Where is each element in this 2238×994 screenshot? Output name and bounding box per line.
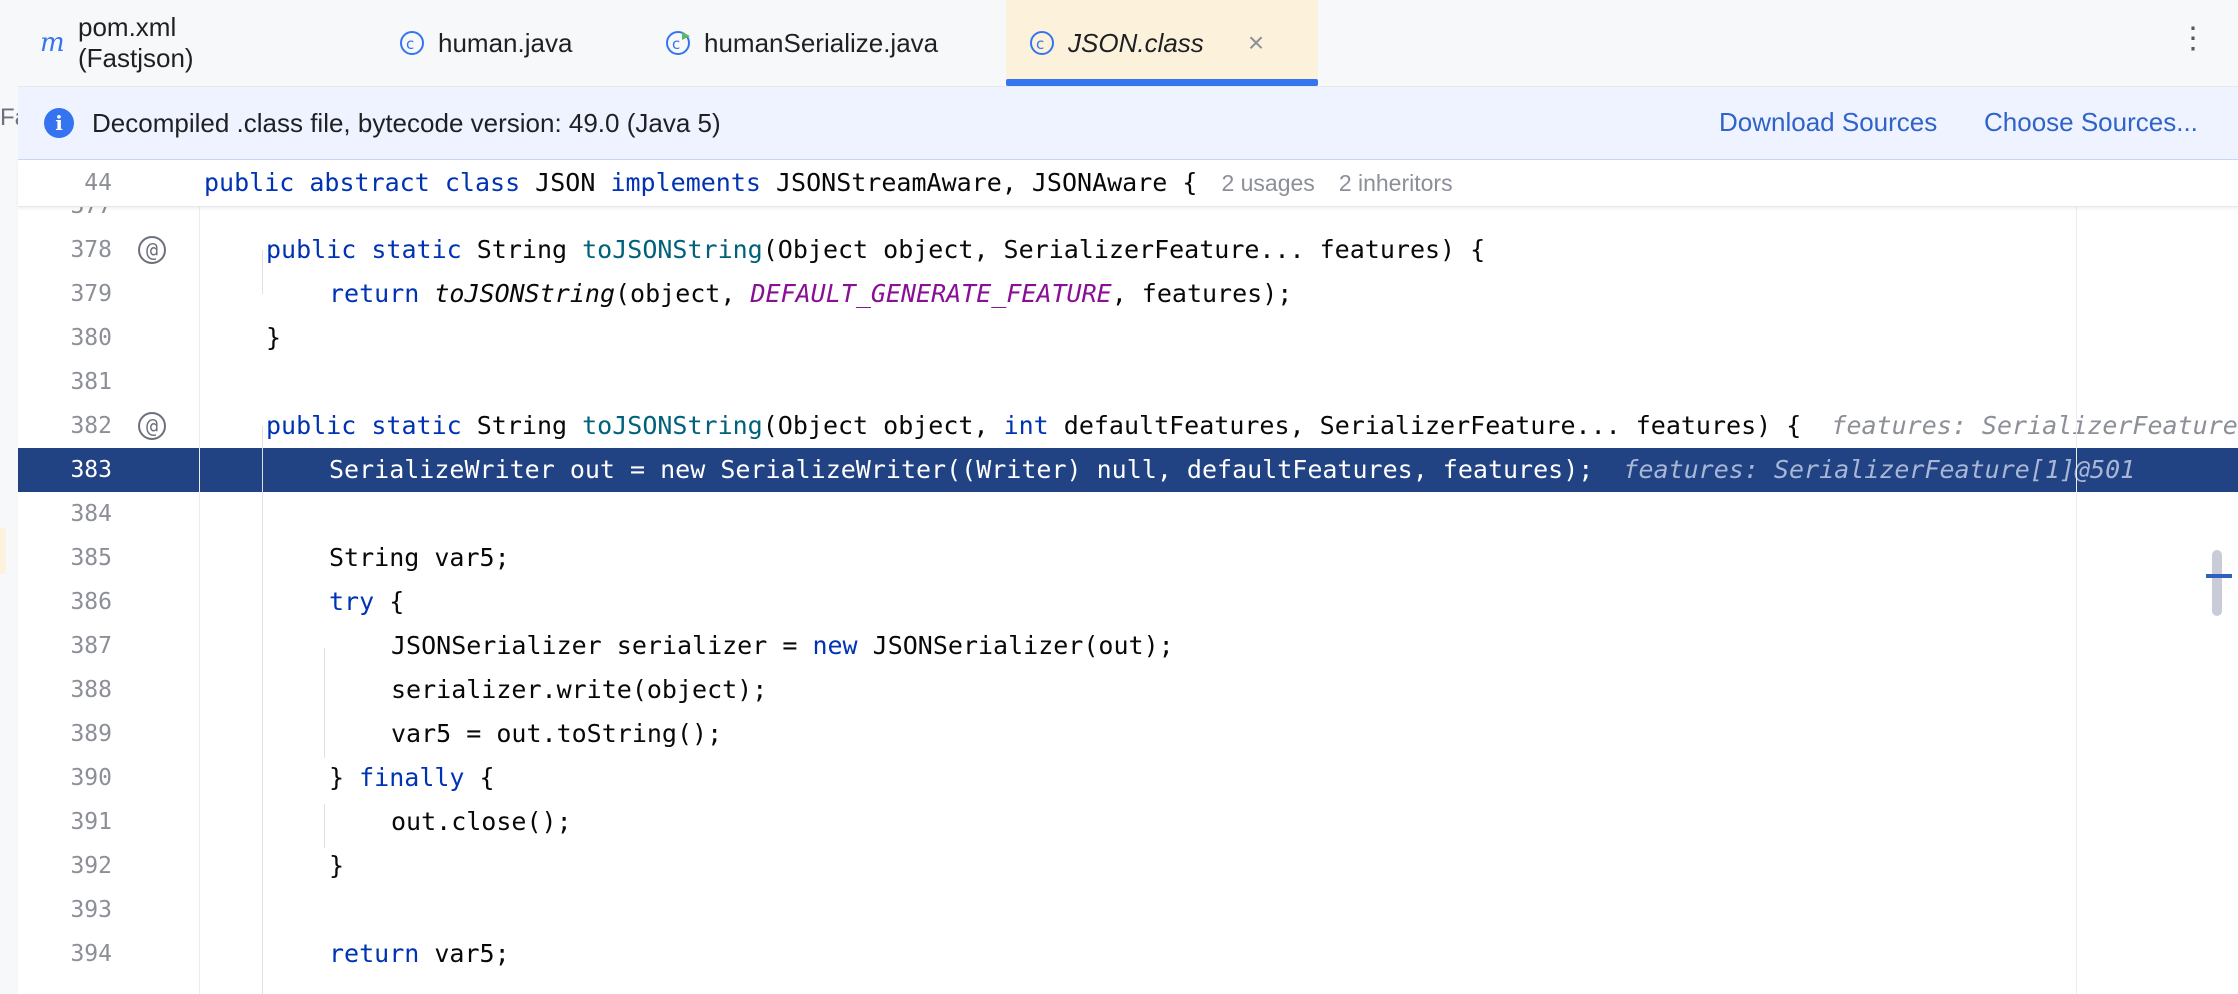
class-icon: c <box>398 29 426 57</box>
code-text: var5 = out.toString(); <box>391 719 723 748</box>
line-number: 382 <box>70 413 112 439</box>
code-text: } finally { <box>329 763 495 792</box>
line-number: 44 <box>84 170 112 196</box>
right-margin-guide <box>2076 206 2077 994</box>
code-line[interactable]: 388 serializer.write(object); <box>18 668 2238 712</box>
line-number: 385 <box>70 545 112 571</box>
code-text: out.close(); <box>391 807 572 836</box>
vertical-scrollbar[interactable] <box>2212 550 2222 616</box>
class-run-icon: c <box>664 29 692 57</box>
code-line[interactable]: 381 <box>18 360 2238 404</box>
code-line[interactable]: 389 var5 = out.toString(); <box>18 712 2238 756</box>
decompiled-info-banner: i Decompiled .class file, bytecode versi… <box>18 87 2238 160</box>
svg-text:c: c <box>1036 35 1044 53</box>
code-line[interactable]: 386 try { <box>18 580 2238 624</box>
code-text: return toJSONString(object, DEFAULT_GENE… <box>329 279 1293 308</box>
code-text: public static String toJSONString(Object… <box>266 404 2238 448</box>
code-text: String var5; <box>329 543 510 572</box>
close-tab-icon[interactable]: × <box>1248 27 1264 59</box>
class-icon: c <box>1028 29 1056 57</box>
code-line[interactable]: 382 @ public static String toJSONString(… <box>18 404 2238 448</box>
line-number: 381 <box>70 369 112 395</box>
line-number: 384 <box>70 501 112 527</box>
maven-icon: m <box>40 31 66 55</box>
code-line[interactable]: 384 <box>18 492 2238 536</box>
annotation-at-icon[interactable]: @ <box>138 412 166 440</box>
code-text: } <box>329 851 345 880</box>
info-icon: i <box>44 108 74 138</box>
code-text: } <box>266 323 282 352</box>
line-number: 389 <box>70 721 112 747</box>
line-number: 380 <box>70 325 112 351</box>
code-line[interactable]: 380 } <box>18 316 2238 360</box>
left-tool-strip: Fa <box>0 0 28 994</box>
tab-label: humanSerialize.java <box>704 27 939 58</box>
code-text: try { <box>329 587 405 616</box>
line-number: 383 <box>70 457 112 483</box>
tab-label: JSON.class <box>1068 27 1204 58</box>
code-line[interactable]: 393 <box>18 888 2238 932</box>
annotation-at-icon[interactable]: @ <box>138 236 166 264</box>
tab-label: human.java <box>438 27 573 58</box>
tab-label: pom.xml (Fastjson) <box>78 12 194 73</box>
code-line[interactable]: 378 @ public static String toJSONString(… <box>18 228 2238 272</box>
tab-json-class[interactable]: c JSON.class × <box>1006 0 1318 86</box>
line-number: 394 <box>70 941 112 967</box>
download-sources-link[interactable]: Download Sources <box>1719 107 1937 138</box>
line-number: 386 <box>70 589 112 615</box>
code-line[interactable]: 391 out.close(); <box>18 800 2238 844</box>
line-number: 393 <box>70 897 112 923</box>
code-text: public static String toJSONString(Object… <box>266 235 1486 264</box>
class-declaration: public abstract class JSON implements JS… <box>204 168 1453 197</box>
line-number: 390 <box>70 765 112 791</box>
code-text: SerializeWriter out = new SerializeWrite… <box>329 455 2136 484</box>
tab-human-serialize-java[interactable]: c humanSerialize.java <box>664 0 954 86</box>
line-number: 388 <box>70 677 112 703</box>
current-execution-line[interactable]: 383 SerializeWriter out = new SerializeW… <box>18 448 2238 492</box>
banner-message: Decompiled .class file, bytecode version… <box>92 107 721 138</box>
usages-hint[interactable]: 2 usages <box>1221 170 1314 196</box>
indent-guide <box>262 426 263 994</box>
code-line[interactable]: 392 } <box>18 844 2238 888</box>
more-options-icon[interactable]: ⋮ <box>2178 24 2208 54</box>
svg-text:c: c <box>672 35 680 53</box>
code-text: return var5; <box>329 939 510 968</box>
editor-tab-bar: m pom.xml (Fastjson) c human.java c huma… <box>18 0 2238 87</box>
left-panel-marker <box>0 528 6 574</box>
code-line[interactable]: 390 } finally { <box>18 756 2238 800</box>
line-number: 391 <box>70 809 112 835</box>
code-line[interactable]: 385 String var5; <box>18 536 2238 580</box>
code-line[interactable]: 379 return toJSONString(object, DEFAULT_… <box>18 272 2238 316</box>
scrollbar-position-marker <box>2206 574 2232 578</box>
gutter-divider <box>199 206 200 994</box>
svg-text:m: m <box>40 31 65 55</box>
line-number: 387 <box>70 633 112 659</box>
code-text: serializer.write(object); <box>391 675 768 704</box>
sticky-class-header[interactable]: 44 public abstract class JSON implements… <box>18 160 2238 207</box>
tab-pom-xml[interactable]: m pom.xml (Fastjson) <box>40 0 290 86</box>
tab-human-java[interactable]: c human.java <box>398 0 598 86</box>
line-number: 392 <box>70 853 112 879</box>
code-line[interactable]: 387 JSONSerializer serializer = new JSON… <box>18 624 2238 668</box>
debug-inline-value: features: SerializerFeature[1]@501 <box>1623 455 2136 484</box>
active-tab-indicator <box>1006 79 1318 86</box>
line-number: 378 <box>70 237 112 263</box>
code-editor[interactable]: 44 public abstract class JSON implements… <box>18 160 2238 994</box>
code-line[interactable]: 394 return var5; <box>18 932 2238 976</box>
debug-inline-value: features: SerializerFeature[1]@501 <box>1831 411 2238 440</box>
line-number: 379 <box>70 281 112 307</box>
inheritors-hint[interactable]: 2 inheritors <box>1339 170 1453 196</box>
code-text: JSONSerializer serializer = new JSONSeri… <box>391 631 1174 660</box>
svg-text:c: c <box>406 35 414 53</box>
choose-sources-link[interactable]: Choose Sources... <box>1984 107 2198 138</box>
